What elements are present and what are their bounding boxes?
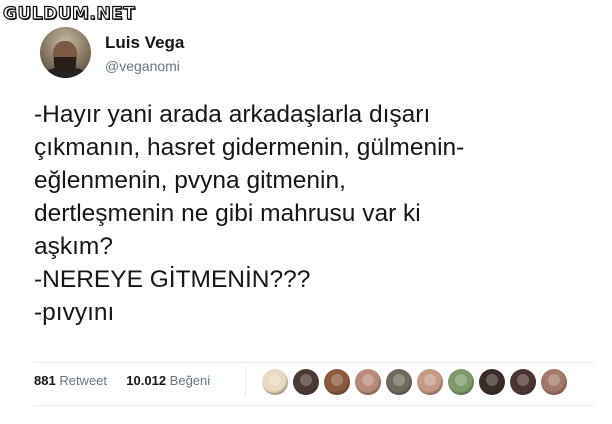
author-handle[interactable]: @veganomi [105, 58, 180, 74]
divider-top [34, 362, 594, 363]
tweet-text-line: aşkım? [34, 233, 113, 260]
retweet-count[interactable]: 881 [34, 373, 56, 388]
liker-highlight [393, 374, 405, 386]
liker-avatar[interactable] [324, 369, 350, 395]
liker-avatar[interactable] [262, 369, 288, 395]
like-label[interactable]: Beğeni [170, 373, 210, 388]
liker-avatar[interactable] [541, 369, 567, 395]
liker-highlight [486, 374, 498, 386]
author-name[interactable]: Luis Vega [105, 33, 184, 53]
tweet-text-line: -pıvyını [34, 299, 115, 326]
liker-highlight [331, 374, 343, 386]
liker-highlight [424, 374, 436, 386]
tweet-stats: 881 Retweet 10.012 Beğeni [34, 373, 210, 388]
watermark-logo: GULDUM.NET [2, 3, 136, 24]
tweet-text-line: -Hayır yani arada arkadaşlarla dışarı [34, 101, 431, 128]
tweet-text-line: eğlenmenin, pvyna gitmenin, [34, 167, 346, 194]
liker-avatar[interactable] [510, 369, 536, 395]
liker-avatar[interactable] [293, 369, 319, 395]
liker-avatar[interactable] [355, 369, 381, 395]
stats-separator [245, 366, 246, 396]
liker-highlight [300, 374, 312, 386]
liker-highlight [269, 374, 281, 386]
liker-avatar[interactable] [417, 369, 443, 395]
like-count[interactable]: 10.012 [126, 373, 166, 388]
tweet-text-line: dertleşmenin ne gibi mahrusu var ki [34, 200, 421, 227]
liker-highlight [362, 374, 374, 386]
liker-highlight [455, 374, 467, 386]
liker-highlight [548, 374, 560, 386]
retweet-label[interactable]: Retweet [59, 373, 107, 388]
liker-avatar[interactable] [448, 369, 474, 395]
liker-avatars [262, 369, 567, 395]
liker-highlight [517, 374, 529, 386]
divider-bottom [34, 405, 594, 406]
tweet-text: -Hayır yani arada arkadaşlarla dışarı çı… [34, 98, 594, 329]
liker-avatar[interactable] [386, 369, 412, 395]
avatar[interactable] [40, 27, 91, 78]
liker-avatar[interactable] [479, 369, 505, 395]
avatar-beard [54, 57, 76, 73]
tweet-text-line: -NEREYE GİTMENİN??? [34, 266, 311, 293]
tweet-text-line: çıkmanın, hasret gidermenin, gülmenin- [34, 134, 465, 161]
